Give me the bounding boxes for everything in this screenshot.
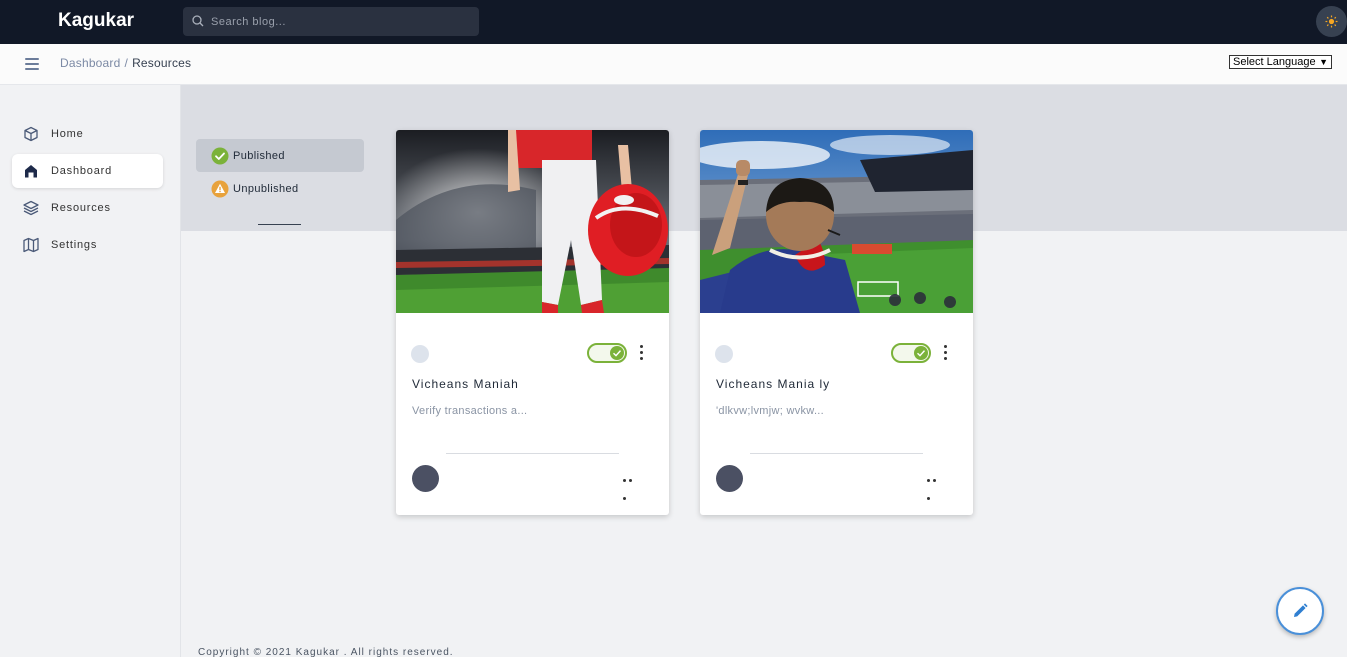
sidebar: Home Dashboard Resources Settings xyxy=(0,85,181,657)
card-description: Verify transactions a... xyxy=(412,405,528,417)
tab-label: Unpublished xyxy=(233,183,299,195)
tab-label: Published xyxy=(233,150,285,162)
card-divider xyxy=(750,453,923,454)
status-dot xyxy=(715,345,733,363)
publish-toggle[interactable] xyxy=(891,343,931,363)
brand-logo[interactable]: Kagukar xyxy=(58,10,134,32)
footer-copyright: Copyright © 2021 Kagukar . All rights re… xyxy=(198,647,454,657)
toggle-check-icon xyxy=(610,346,624,360)
menu-icon[interactable] xyxy=(25,58,39,70)
top-bar: Kagukar xyxy=(0,0,1347,44)
dropdown-arrow-icon: ▼ xyxy=(1319,57,1328,67)
stadium-fan-image xyxy=(700,130,973,313)
sidebar-item-label: Home xyxy=(51,128,84,140)
sidebar-item-label: Resources xyxy=(51,202,111,214)
sidebar-item-label: Dashboard xyxy=(51,165,113,177)
language-select[interactable]: Select Language ▼ xyxy=(1229,55,1332,69)
breadcrumb-separator: / xyxy=(124,56,129,70)
sidebar-item-dashboard[interactable]: Dashboard xyxy=(12,154,163,188)
status-dot xyxy=(411,345,429,363)
breadcrumb-bar: Dashboard / Resources Select Language ▼ xyxy=(0,44,1347,85)
pencil-icon xyxy=(1294,603,1308,617)
more-horizontal-icon[interactable] xyxy=(927,479,943,500)
tab-published[interactable]: Published xyxy=(196,139,364,172)
layers-icon xyxy=(23,200,39,216)
search-input[interactable] xyxy=(211,7,471,36)
map-icon xyxy=(23,237,39,253)
football-player-image xyxy=(396,130,669,313)
more-horizontal-icon[interactable] xyxy=(623,479,639,500)
language-select-value: Select Language xyxy=(1233,56,1316,68)
sun-icon xyxy=(1325,15,1338,28)
sidebar-item-home[interactable]: Home xyxy=(12,117,163,151)
more-vertical-icon[interactable] xyxy=(944,345,948,361)
cube-icon xyxy=(24,126,38,142)
theme-toggle-button[interactable] xyxy=(1316,6,1347,37)
more-vertical-icon[interactable] xyxy=(640,345,644,361)
breadcrumb-resources: Resources xyxy=(132,56,192,70)
author-avatar[interactable] xyxy=(716,465,743,492)
warning-icon xyxy=(211,180,229,198)
author-avatar[interactable] xyxy=(412,465,439,492)
toggle-check-icon xyxy=(914,346,928,360)
card-description: 'dlkvw;lvmjw; wvkw... xyxy=(716,405,825,417)
home-icon xyxy=(25,165,37,178)
check-circle-icon xyxy=(211,147,229,165)
tab-underline xyxy=(258,224,301,225)
search-box[interactable] xyxy=(183,7,479,36)
sidebar-item-settings[interactable]: Settings xyxy=(12,228,163,262)
resource-card[interactable]: Vicheans Maniah Verify transactions a... xyxy=(396,130,669,515)
breadcrumb: Dashboard / Resources xyxy=(60,56,191,70)
publish-toggle[interactable] xyxy=(587,343,627,363)
resource-card[interactable]: Vicheans Mania ly 'dlkvw;lvmjw; wvkw... xyxy=(700,130,973,515)
card-divider xyxy=(446,453,619,454)
tab-unpublished[interactable]: Unpublished xyxy=(196,172,364,205)
card-title: Vicheans Maniah xyxy=(412,377,519,391)
search-icon xyxy=(192,15,204,27)
sidebar-item-resources[interactable]: Resources xyxy=(12,191,163,225)
card-image[interactable] xyxy=(700,130,973,313)
breadcrumb-dashboard[interactable]: Dashboard xyxy=(60,56,121,70)
card-title: Vicheans Mania ly xyxy=(716,377,831,391)
card-image[interactable] xyxy=(396,130,669,313)
sidebar-item-label: Settings xyxy=(51,239,98,251)
edit-fab-button[interactable] xyxy=(1276,587,1324,635)
